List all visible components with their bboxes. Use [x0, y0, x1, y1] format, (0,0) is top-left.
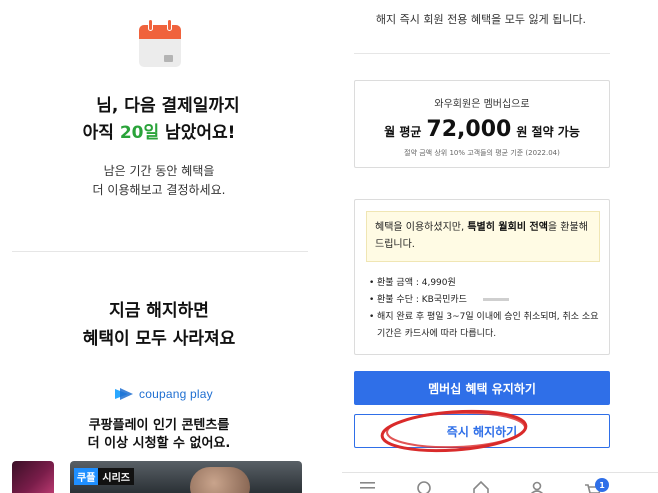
- cart-count-badge: 1: [595, 478, 609, 492]
- menu-icon[interactable]: [359, 479, 377, 493]
- redacted-card-number: [482, 298, 509, 301]
- coupang-play-icon: [115, 388, 133, 400]
- series-badge: 쿠플 시리즈: [74, 468, 135, 485]
- bottom-tab-bar: [342, 472, 658, 493]
- cancel-now-button[interactable]: 즉시 해지하기: [354, 414, 610, 448]
- search-icon[interactable]: [415, 479, 433, 493]
- home-icon[interactable]: [472, 479, 490, 493]
- remaining-days: 20일: [119, 123, 160, 143]
- content-thumbnail-series[interactable]: 쿠플 시리즈: [70, 461, 302, 493]
- refund-info-list: 환불 금액 : 4,990원 환불 수단 : KB국민카드 해지 완료 후 평일…: [369, 275, 599, 343]
- calendar-icon: [137, 17, 183, 69]
- refund-timing-note: 해지 완료 후 평일 3~7일 이내에 승인 취소되며, 취소 소요기간은 카드…: [369, 309, 599, 343]
- refund-notice: 혜택을 이용하셨지만, 특별히 월회비 전액을 환불해 드립니다.: [366, 211, 600, 262]
- savings-suffix: 원 절약 가능: [516, 125, 580, 139]
- badge-brand: 쿠플: [74, 468, 99, 485]
- coupang-play-logo: coupang play: [113, 386, 213, 402]
- right-screen: 해지 즉시 회원 전용 혜택을 모두 잃게 됩니다. 와우회원은 멤버십으로 월…: [342, 0, 658, 493]
- refund-method: 환불 수단 : KB국민카드: [369, 292, 599, 309]
- refund-amount: 환불 금액 : 4,990원: [369, 275, 599, 292]
- savings-amount-row: 월 평균 72,000 원 절약 가능: [355, 117, 609, 142]
- keep-membership-button[interactable]: 멤버십 혜택 유지하기: [354, 371, 610, 405]
- user-icon[interactable]: [528, 479, 546, 493]
- refund-method-text: 환불 수단 : KB국민카드: [377, 295, 467, 305]
- refund-card: 혜택을 이용하셨지만, 특별히 월회비 전액을 환불해 드립니다. 환불 금액 …: [354, 199, 610, 355]
- subtext-line-2: 더 이용해보고 결정하세요.: [92, 183, 226, 197]
- refund-amount-text: 환불 금액 : 4,990원: [377, 278, 456, 288]
- notice-bold: 특별히 월회비 전액: [467, 222, 548, 233]
- warning-title-1: 지금 해지하면: [109, 301, 209, 321]
- left-screen: 님, 다음 결제일까지 아직 20일 남았어요! 남은 기간 동안 혜택을 더 …: [0, 0, 318, 493]
- coupang-play-text-2: 더 이상 시청할 수 없어요.: [87, 436, 231, 451]
- refund-note-text: 해지 완료 후 평일 3~7일 이내에 승인 취소되며, 취소 소요기간은 카드…: [377, 312, 599, 339]
- remaining-days-headline: 아직 20일 남았어요!: [0, 118, 318, 143]
- badge-series: 시리즈: [98, 468, 135, 485]
- remaining-prefix: 아직: [82, 123, 120, 143]
- savings-label: 와우회원은 멤버십으로: [434, 99, 530, 110]
- coupang-play-wordmark: coupang play: [139, 387, 213, 401]
- savings-card: 와우회원은 멤버십으로 월 평균 72,000 원 절약 가능 절약 금액 상위…: [354, 80, 610, 168]
- section-divider: [12, 251, 308, 252]
- content-thumbnail[interactable]: [12, 461, 54, 493]
- cancel-warning-text: 해지 즉시 회원 전용 혜택을 모두 잃게 됩니다.: [375, 13, 587, 26]
- savings-prefix: 월 평균: [384, 125, 422, 139]
- warning-title-2: 혜택이 모두 사라져요: [82, 329, 236, 349]
- subtext-line-1: 남은 기간 동안 혜택을: [103, 164, 215, 178]
- savings-amount: 72,000: [426, 117, 512, 142]
- coupang-play-text-1: 쿠팡플레이 인기 콘텐츠를: [88, 418, 230, 433]
- remaining-suffix: 남았어요!: [159, 123, 236, 143]
- notice-pre: 혜택을 이용하셨지만,: [375, 222, 468, 233]
- remaining-subtext: 남은 기간 동안 혜택을 더 이용해보고 결정하세요.: [0, 162, 318, 200]
- savings-note: 절약 금액 상위 10% 고객들의 평균 기준 (2022.04): [404, 149, 560, 157]
- section-divider: [354, 53, 610, 54]
- payment-headline: 님, 다음 결제일까지: [96, 96, 240, 116]
